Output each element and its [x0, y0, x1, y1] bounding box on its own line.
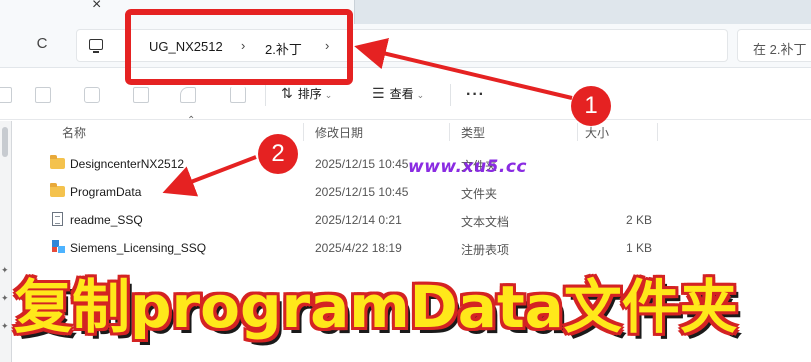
file-size: 1 KB [625, 241, 652, 255]
file-row[interactable]: Siemens_Licensing_SSQ 2025/4/22 18:19 注册… [12, 237, 811, 259]
text-file-icon [52, 212, 63, 226]
step-badge-1: 1 [571, 86, 611, 126]
file-modified: 2025/12/14 0:21 [315, 213, 402, 227]
folder-icon [50, 183, 65, 197]
command-bar: ⇅ 排序 ⌄ ☰ 查看 ⌄ ··· [0, 68, 811, 120]
column-header-name[interactable]: 名称 [62, 124, 86, 141]
close-icon[interactable]: × [92, 0, 101, 13]
highlight-box [125, 9, 353, 85]
column-divider[interactable] [657, 123, 658, 141]
refresh-icon[interactable]: C [33, 35, 51, 53]
this-pc-icon[interactable] [89, 39, 103, 53]
file-modified: 2025/12/15 10:45 [315, 185, 409, 199]
rename-icon[interactable] [133, 87, 149, 103]
file-modified: 2025/4/22 18:19 [315, 241, 402, 255]
delete-icon[interactable] [230, 87, 246, 103]
more-options-icon[interactable]: ··· [466, 86, 485, 104]
file-name: Siemens_Licensing_SSQ [70, 241, 207, 255]
sort-icon: ⇅ [281, 85, 293, 101]
chevron-down-icon: ⌄ [416, 90, 425, 100]
column-header-type[interactable]: 类型 [461, 124, 485, 141]
toolbar-divider [265, 84, 266, 106]
paste-icon[interactable] [84, 87, 100, 103]
copy-icon[interactable] [35, 87, 51, 103]
file-type: 文件夹 [461, 187, 498, 201]
instruction-caption: 复制programData文件夹 [14, 273, 738, 341]
view-label: 查看 [389, 87, 414, 101]
pin-icon: ✦ [1, 321, 9, 331]
folder-icon [50, 155, 65, 169]
chevron-down-icon: ⌄ [324, 90, 333, 100]
file-row[interactable]: readme_SSQ 2025/12/14 0:21 文本文档 2 KB [12, 209, 811, 231]
watermark-text: www.xu5.cc [408, 157, 527, 177]
column-divider[interactable] [449, 123, 450, 141]
pin-icon: ✦ [1, 265, 9, 275]
file-modified: 2025/12/15 10:45 [315, 157, 409, 171]
column-divider[interactable] [577, 123, 578, 141]
tab-strip: × [0, 0, 811, 24]
file-name: ProgramData [70, 185, 142, 199]
sort-label: 排序 [297, 87, 322, 101]
toolbar-divider [450, 84, 451, 106]
share-icon[interactable] [180, 87, 196, 103]
registry-file-icon [52, 240, 65, 254]
file-type: 注册表项 [461, 243, 510, 257]
navigation-pane[interactable]: ✦ ✦ ✦ [0, 121, 12, 362]
file-size: 2 KB [625, 213, 652, 227]
view-icon: ☰ [372, 85, 385, 101]
sort-up-icon: ⌃ [187, 115, 196, 126]
step-badge-2: 2 [258, 134, 298, 174]
pin-icon: ✦ [1, 293, 9, 303]
view-button[interactable]: ☰ 查看 ⌄ [372, 85, 424, 105]
file-name: readme_SSQ [70, 213, 143, 227]
search-placeholder[interactable]: 在 2.补丁 [753, 39, 806, 58]
file-type: 文本文档 [461, 215, 510, 229]
address-row: C UG_NX2512 › 2.补丁 › 在 2.补丁 [0, 24, 811, 68]
cut-icon[interactable] [0, 87, 12, 103]
search-box[interactable]: 在 2.补丁 [737, 29, 811, 62]
column-header-modified[interactable]: 修改日期 [315, 124, 363, 141]
file-row[interactable]: ProgramData 2025/12/15 10:45 文件夹 [12, 181, 811, 203]
file-name: DesigncenterNX2512 [70, 157, 185, 171]
column-header-size[interactable]: 大小 [585, 124, 609, 141]
column-divider[interactable] [303, 123, 304, 141]
nav-scrollbar[interactable] [2, 127, 8, 157]
column-header-row: ⌃ 名称 修改日期 类型 大小 [12, 115, 811, 143]
sort-button[interactable]: ⇅ 排序 ⌄ [281, 85, 332, 105]
